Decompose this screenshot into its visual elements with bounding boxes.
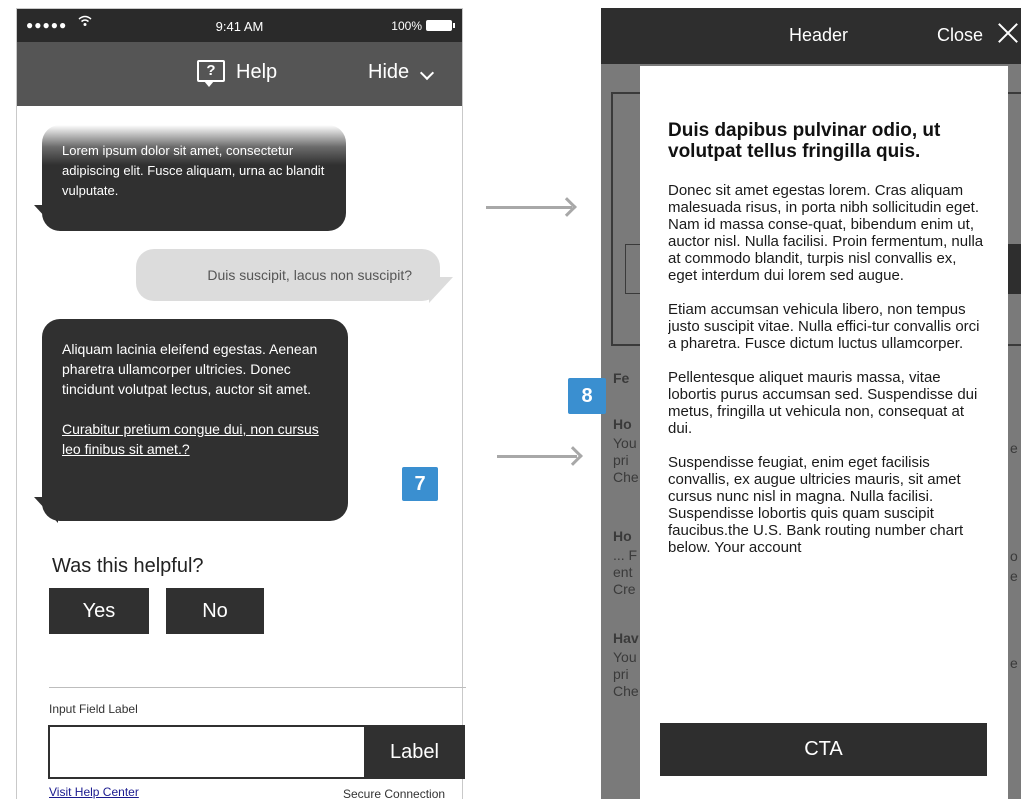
background-heading: Hav [613,630,639,646]
chevron-down-icon[interactable] [419,65,435,81]
article-title: Duis dapibus pulvinar odio, ut volutpat … [668,120,941,162]
article-modal: Duis dapibus pulvinar odio, ut volutpat … [640,66,1008,799]
agent-message: Aliquam lacinia eleifend egestas. Aenean… [42,319,348,521]
cta-button[interactable]: CTA [660,723,987,776]
annotation-badge: 8 [568,378,606,414]
arrow-head-icon [563,446,583,466]
background-text: ... F ent Cre [613,547,638,597]
input-field-label: Input Field Label [49,702,138,716]
help-icon[interactable]: ? [197,60,225,87]
help-button[interactable]: Help [236,61,277,84]
arrow-head-icon [557,197,577,217]
battery-percent: 100% [391,19,422,33]
close-icon[interactable] [995,20,1021,46]
article-paragraph: Suspendisse feugiat, enim eget facilisis… [668,454,964,556]
chat-nav-bar: ? Help Hide [17,42,462,106]
background-button [1006,244,1021,294]
agent-message: Lorem ipsum dolor sit amet, consectetur … [42,125,346,231]
background-heading: Ho [613,416,632,432]
background-heading: Fe [613,370,630,386]
status-bar: ●●●●● 9:41 AM 100% [17,9,462,42]
article-paragraph: Donec sit amet egestas lorem. Cras aliqu… [668,182,984,284]
background-text: e [1010,655,1018,671]
background-text: e [1010,568,1018,584]
divider [49,687,466,688]
article-paragraph: Pellentesque aliquet mauris massa, vitae… [668,369,978,437]
hide-button[interactable]: Hide [368,61,409,84]
user-message: Duis suscipit, lacus non suscipit? [136,249,440,301]
annotation-badge: 7 [402,467,438,501]
background-text: o [1010,548,1018,564]
suggested-article-link[interactable]: Curabitur pretium congue dui, non cursus… [62,419,328,459]
article-paragraph: Etiam accumsan vehicula libero, non temp… [668,301,980,352]
background-text: You pri Che [613,649,639,699]
article-modal-screen: Header Close Fe Ho You pri Che Ho ... F … [601,8,1021,799]
battery-icon [426,20,455,31]
agent-message-text: Aliquam lacinia eleifend egestas. Aenean… [62,341,318,397]
yes-button[interactable]: Yes [49,588,149,634]
chat-input[interactable] [48,725,364,779]
background-text: e [1010,440,1018,456]
chat-screen: ●●●●● 9:41 AM 100% ? Help Hide Lorem ips… [16,8,466,801]
help-center-link[interactable]: Visit Help Center [49,785,139,799]
header-title: Header [789,25,849,45]
background-text: You pri Che [613,435,639,485]
feedback-question: Was this helpful? [52,555,204,577]
modal-header: Header Close [601,8,1021,64]
no-button[interactable]: No [166,588,264,634]
close-button[interactable]: Close [937,25,983,46]
article-body[interactable]: Donec sit amet egestas lorem. Cras aliqu… [668,182,988,687]
background-heading: Ho [613,528,632,544]
send-button[interactable]: Label [364,725,465,779]
